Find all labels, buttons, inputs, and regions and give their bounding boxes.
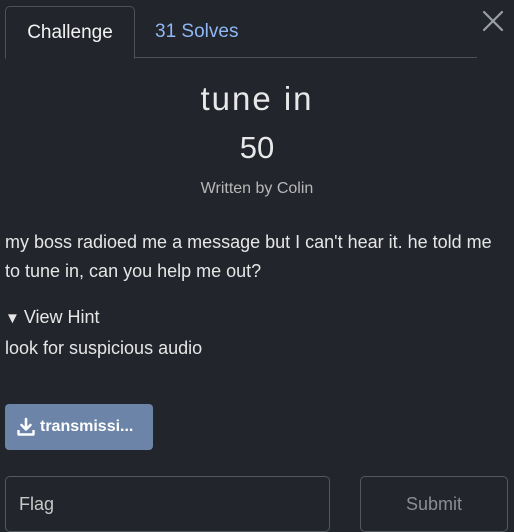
challenge-author: Written by Colin [200,180,314,197]
tab-challenge[interactable]: Challenge [5,6,135,59]
caret-down-icon: ▼ [5,310,20,327]
file-download-button[interactable]: transmissi... [5,404,153,450]
download-icon [17,417,35,436]
close-icon[interactable] [481,9,505,33]
file-name-label: transmissi... [40,418,134,435]
view-hint-toggle[interactable]: ▼ View Hint [5,307,100,328]
challenge-modal: Challenge 31 Solves tune in 50 Written b… [0,0,514,532]
challenge-points: 50 [239,130,275,165]
hint-text: look for suspicious audio [5,338,203,358]
view-hint-label: View Hint [23,307,100,327]
challenge-description: my boss radioed me a message but I can't… [5,232,492,281]
submit-button[interactable]: Submit [360,476,508,532]
tab-solves[interactable]: 31 Solves [155,6,238,58]
challenge-title: tune in [200,80,314,117]
flag-input[interactable] [5,476,330,532]
tab-bar: Challenge 31 Solves [5,6,477,59]
